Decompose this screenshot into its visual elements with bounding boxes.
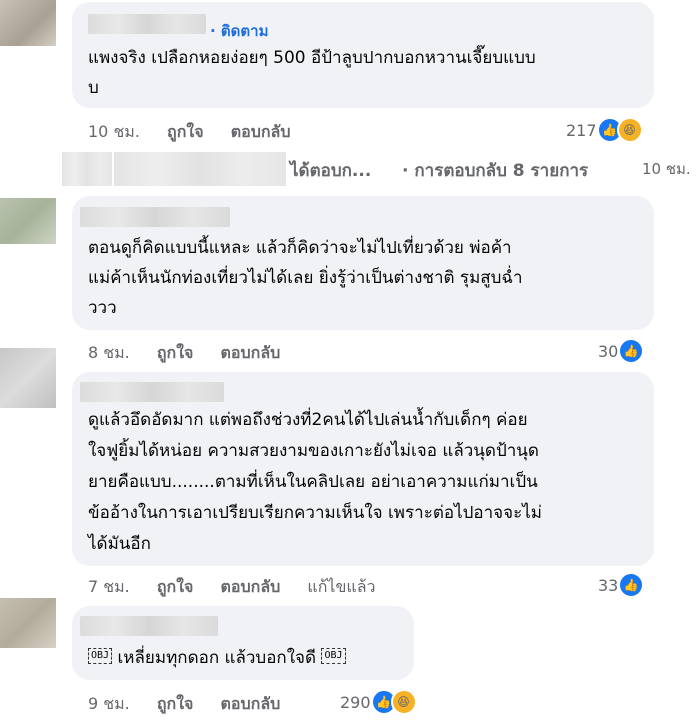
timestamp[interactable]: 8 ชม. [88,343,130,362]
like-button[interactable]: ถูกใจ [157,694,194,713]
reaction-summary[interactable]: 33 👍 [598,572,645,598]
like-icon: 👍 [618,338,645,364]
comment-text-line: ใจฟูยิ้มได้หน่อย ความสวยงามของเกาะยังไม่… [88,441,539,461]
view-replies-row[interactable]: ได้ตอบก... · การตอบกลับ 8 รายการ 10 ชม. [0,148,700,186]
emoji-placeholder: OBJ [321,648,346,664]
like-button[interactable]: ถูกใจ [157,343,194,362]
comment-text: เหลี่ยมทุกดอก แล้วบอกใจดี [112,648,322,668]
reply-button[interactable]: ตอบกลับ [221,577,281,596]
haha-icon: 😆 [390,689,417,715]
haha-icon: 😆 [616,117,643,143]
reaction-count: 33 [598,575,619,595]
comment-text-line: ยายคือแบบ........ตามที่เห็นในคลิปเลย อย่… [88,472,538,492]
comment-text-line: ตอนดูก็คิดแบบนี้แหละ แล้วก็คิดว่าจะไม่ไป… [88,238,512,258]
avatar[interactable] [0,0,56,46]
reaction-summary[interactable]: 30 👍 [598,338,645,364]
avatar[interactable] [0,348,56,408]
comment-text-line: แม่ค้าเห็นนักท่องเที่ยวไม่ได้เลย ยิ่งรู้… [88,268,523,288]
reply-count[interactable]: · การตอบกลับ 8 รายการ [402,157,588,184]
avatar[interactable] [0,598,56,648]
reply-avatar-blur [62,152,112,186]
comment-text-line: OBJ เหลี่ยมทุกดอก แล้วบอกใจดี OBJ [88,643,346,673]
reaction-count: 30 [598,341,619,361]
edited-label: แก้ไขแล้ว [307,577,376,596]
like-button[interactable]: ถูกใจ [167,122,204,141]
reaction-summary[interactable]: 290 👍 😆 [340,689,417,715]
reaction-count: 290 [340,692,371,712]
emoji-placeholder: OBJ [88,648,113,664]
comment-text-line: ววว [88,298,117,318]
reply-time: 10 ชม. [642,160,691,178]
reaction-count: 217 [566,120,597,140]
commenter-name[interactable] [80,382,224,402]
avatar[interactable] [0,198,56,244]
comment-meta: 9 ชม. ถูกใจ ตอบกลับ [88,692,302,717]
comment-meta: 7 ชม. ถูกใจ ตอบกลับ แก้ไขแล้ว [88,575,398,600]
reaction-summary[interactable]: 217 👍 😆 [566,117,643,143]
like-icon: 👍 [618,572,645,598]
comment-text-line: บ [88,78,99,98]
commenter-name[interactable] [80,616,218,636]
reply-button[interactable]: ตอบกลับ [221,343,281,362]
commenter-name[interactable] [88,14,206,34]
commenter-name[interactable] [80,207,230,227]
replier-name-blur [114,152,286,186]
reply-button[interactable]: ตอบกลับ [221,694,281,713]
like-button[interactable]: ถูกใจ [157,577,194,596]
comment-text-line: ดูแล้วอึดอัดมาก แต่พอถึงช่วงที่2คนได้ไปเ… [88,410,528,430]
replied-label[interactable]: ได้ตอบก... [290,157,371,184]
follow-button[interactable]: · ติดตาม [210,19,268,43]
timestamp[interactable]: 10 ชม. [88,122,140,141]
comment-text-line: แพงจริง เปลือกหอยง่อยๆ 500 อีป้าลูบปากบอ… [88,48,536,68]
timestamp[interactable]: 9 ชม. [88,694,130,713]
reply-button[interactable]: ตอบกลับ [231,122,291,141]
comment-text-line: ข้ออ้างในการเอาเปรียบเรียกความเห็นใจ เพร… [88,503,542,523]
comment-text-line: ได้มันอีก [88,534,151,554]
timestamp[interactable]: 7 ชม. [88,577,130,596]
comment-meta: 8 ชม. ถูกใจ ตอบกลับ [88,341,302,366]
comment-meta: 10 ชม. ถูกใจ ตอบกลับ [88,120,313,145]
